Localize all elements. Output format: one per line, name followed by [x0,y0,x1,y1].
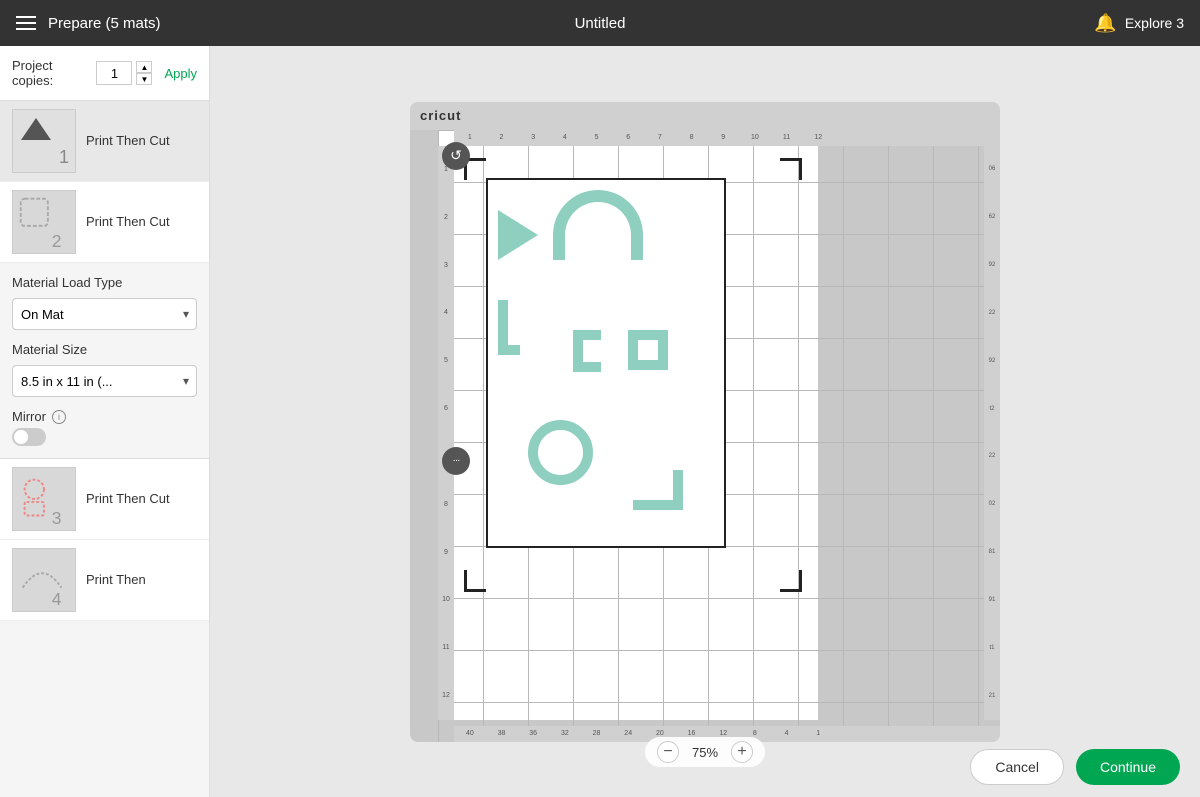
copies-up-button[interactable]: ▲ [136,61,152,73]
copies-input-wrap: ▲ ▼ [96,61,152,85]
cancel-button[interactable]: Cancel [970,749,1064,785]
material-settings: Material Load Type On Mat Without Mat Ma… [0,263,209,459]
mirror-label: Mirror [12,409,46,424]
mat-thumbnail-3: 3 [12,467,76,531]
mat-label-4: Print Then [86,571,146,589]
ruler-top: 1 2 3 4 5 6 7 8 9 10 11 12 [454,130,1000,146]
machine-label: Explore 3 [1125,15,1184,31]
mat-item-2[interactable]: 2 Print Then Cut [0,182,209,263]
material-load-select-wrap: On Mat Without Mat [12,298,197,330]
copies-arrows: ▲ ▼ [136,61,152,85]
mat-label-1: Print Then Cut [86,132,170,150]
mat-label-3: Print Then Cut [86,490,170,508]
apply-button[interactable]: Apply [164,66,197,81]
header-left: Prepare (5 mats) [16,15,161,32]
thumb-4-svg: 4 [13,548,75,612]
menu-icon[interactable] [16,16,36,30]
svg-text:2: 2 [52,231,62,251]
project-copies-label: Project copies: [12,58,88,88]
mat-board: cricut 1 2 3 4 5 6 7 8 [410,102,1000,742]
svg-text:3: 3 [52,508,62,528]
project-copies-row: Project copies: ▲ ▼ Apply [0,46,209,101]
cricut-logo: cricut [420,108,461,123]
shape-triangle [498,210,538,260]
shape-bracket-bottom [633,470,683,510]
mirror-toggle[interactable] [12,428,46,446]
mat-header: cricut [410,102,1000,130]
more-options-button[interactable]: ··· [442,447,470,475]
shape-circle [528,420,593,485]
mat-thumbnail-4: 4 [12,548,76,612]
mat-item-3[interactable]: 3 Print Then Cut [0,459,209,540]
app-title: Prepare (5 mats) [48,15,161,32]
bell-icon: 🔔 [1094,13,1116,34]
ruler-left: 1 2 3 4 5 6 7 8 9 10 11 12 [438,146,454,720]
shape-square-frame [628,330,668,370]
material-load-select[interactable]: On Mat Without Mat [12,298,197,330]
material-size-select-wrap: 8.5 in x 11 in (... 12 in x 12 in 12 in … [12,365,197,397]
mat-container: cricut 1 2 3 4 5 6 7 8 [410,102,1000,742]
rotate-button[interactable]: ↺ [442,142,470,170]
header-right: 🔔 Explore 3 [1094,13,1184,34]
continue-button[interactable]: Continue [1076,749,1180,785]
sidebar: Project copies: ▲ ▼ Apply 1 Print Then C… [0,46,210,797]
zoom-controls: − 75% + [645,737,765,767]
zoom-in-button[interactable]: + [731,741,753,763]
shape-bracket-c [573,330,601,372]
main-layout: Project copies: ▲ ▼ Apply 1 Print Then C… [0,46,1200,797]
page-title: Untitled [575,15,626,32]
mat-thumbnail-1: 1 [12,109,76,173]
material-size-label: Material Size [12,342,197,357]
mirror-row: Mirror i [12,409,197,424]
zoom-out-button[interactable]: − [657,741,679,763]
copies-input[interactable] [96,61,132,85]
header: Prepare (5 mats) Untitled 🔔 Explore 3 [0,0,1200,46]
shape-arch [553,190,643,260]
material-load-type-label: Material Load Type [12,275,197,290]
mat-label-2: Print Then Cut [86,213,170,231]
thumb-3-svg: 3 [13,467,75,531]
thumb-2-svg: 2 [13,190,75,254]
info-icon[interactable]: i [52,410,66,424]
copies-down-button[interactable]: ▼ [136,73,152,85]
mat-thumbnail-2: 2 [12,190,76,254]
canvas-area: cricut 1 2 3 4 5 6 7 8 [210,46,1200,797]
mat-item-4[interactable]: 4 Print Then [0,540,209,621]
mat-item-1[interactable]: 1 Print Then Cut [0,101,209,182]
ruler-right: 06 62 92 22 92 t2 22 02 81 91 t1 21 [984,146,1000,720]
footer-buttons: Cancel Continue [950,737,1200,797]
material-size-select[interactable]: 8.5 in x 11 in (... 12 in x 12 in 12 in … [12,365,197,397]
svg-text:4: 4 [52,589,62,609]
shape-l [498,300,520,355]
zoom-level: 75% [687,745,723,760]
cut-content-border [486,178,726,548]
